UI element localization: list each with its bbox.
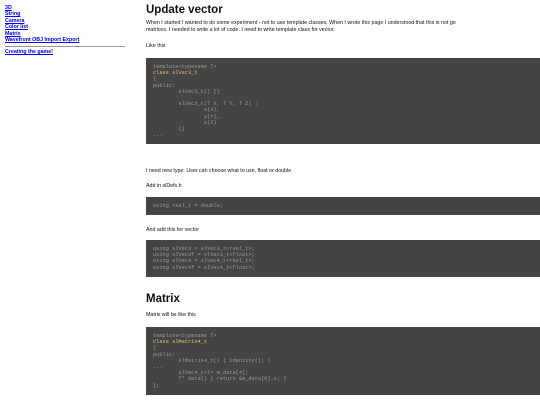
code-line: using slVec3f = slVec3_t<float>;	[153, 252, 255, 259]
sidebar-nav: 3D String Camera Color list Matrix Wavef…	[5, 5, 130, 56]
code-block-real-t: using real_t = double;	[146, 197, 540, 216]
code-line: {	[153, 345, 157, 352]
code-vec3: template<typename T> class slVec3_t { pu…	[146, 58, 540, 144]
code-block-vec3: template<typename T> class slVec3_t { pu…	[146, 58, 540, 145]
add-for-vector-text: And add this for vector	[146, 227, 199, 233]
code-block-aliases: using slVec3 = slVec3_t<real_t>; using s…	[146, 240, 540, 277]
code-line: z(Z)	[203, 119, 217, 126]
code-line: class slVec3_t	[153, 70, 198, 77]
heading-matrix: Matrix	[146, 293, 180, 305]
code-line: slVec3_t(T X, T Y, T Z) :	[178, 101, 258, 108]
sidebar-link-creating-game[interactable]: Creating the game!	[5, 49, 130, 55]
code-aliases: using slVec3 = slVec3_t<real_t>; using s…	[146, 240, 540, 277]
intro-line-2: matrices. I needed to write a lot of cod…	[146, 27, 335, 33]
code-line: template<typename T>	[153, 64, 217, 70]
heading-update-vector: Update vector	[146, 4, 223, 16]
like-this-text: Like this	[146, 43, 166, 49]
code-real-t: using real_t = double;	[146, 197, 540, 215]
code-line: };	[153, 382, 160, 389]
code-line: {}	[178, 126, 185, 133]
code-line: class slMatrix4_t	[153, 339, 208, 346]
code-line: slVec3_t() {}	[178, 88, 220, 95]
code-line: public:	[153, 351, 176, 358]
code-line: slVec4_t<T> m_data[4];	[178, 370, 249, 377]
matrix-like-text: Matrix will be like this	[146, 312, 196, 318]
code-line: using slVec4 = slVec4_t<real_t>;	[153, 258, 255, 265]
sidebar-link-wavefront[interactable]: Wavefront OBJ Import Export	[5, 37, 130, 43]
sidebar-divider	[5, 46, 125, 48]
code-line: public:	[153, 82, 176, 89]
new-type-text: I need new type. User can choose what to…	[146, 168, 292, 174]
code-line: template<typename T>	[153, 333, 217, 339]
add-in-defs-text: Add in slDefs.h	[146, 183, 182, 189]
code-line: ...	[153, 132, 163, 139]
code-line: using slVec4f = slVec4_t<float>;	[153, 264, 255, 271]
code-line: x(X),	[203, 107, 220, 114]
code-line: using slVec3 = slVec3_t<real_t>;	[153, 246, 255, 252]
code-matrix: template<typename T> class slMatrix4_t {…	[146, 327, 540, 395]
code-line: T* data() { return &m_data[0].x; }	[178, 376, 287, 383]
code-line: slMatrix4_t() { identity(); }	[178, 357, 271, 364]
intro-line-1: When I started I wanted to do some exper…	[146, 20, 456, 26]
code-line: {	[153, 76, 157, 83]
code-line: using real_t = double;	[153, 203, 223, 209]
code-line: ...	[153, 364, 163, 371]
code-block-matrix: template<typename T> class slMatrix4_t {…	[146, 327, 540, 395]
code-line: y(Y),	[203, 113, 220, 120]
